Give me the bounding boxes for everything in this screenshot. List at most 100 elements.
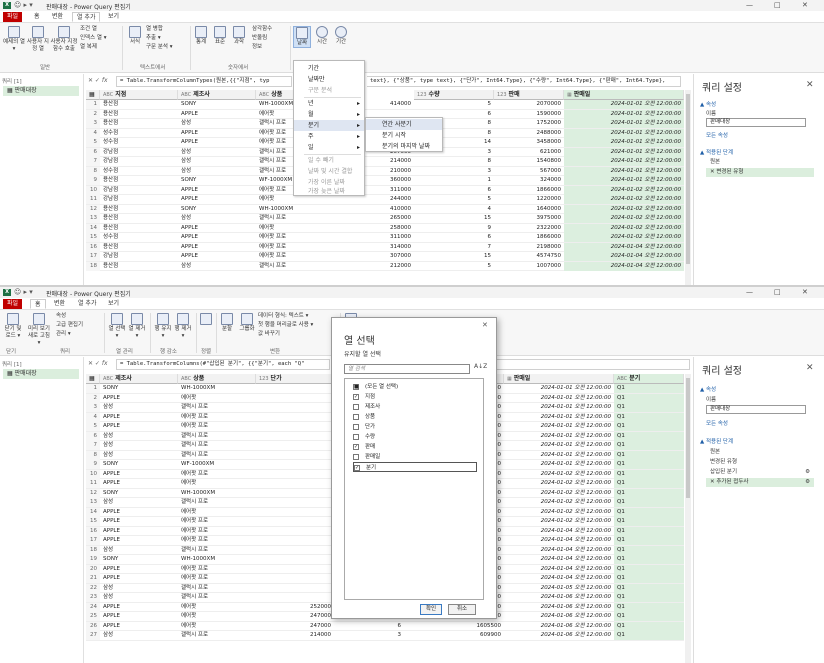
table-cell[interactable]: APPLE xyxy=(178,129,256,138)
table-cell[interactable]: APPLE xyxy=(100,422,178,431)
table-cell[interactable]: 강남점 xyxy=(100,186,178,195)
table-cell[interactable]: 247000 xyxy=(256,622,334,631)
table-cell[interactable]: 2024-01-01 오전 12:00:00 xyxy=(504,394,614,403)
grid-scrollbar[interactable] xyxy=(685,374,691,663)
table-cell[interactable] xyxy=(256,432,334,441)
table-cell[interactable]: 2024-01-02 오전 12:00:00 xyxy=(504,508,614,517)
table-cell[interactable]: APPLE xyxy=(100,479,178,488)
tab-file[interactable]: 파일 xyxy=(3,12,23,22)
table-cell[interactable]: Q1 xyxy=(614,526,684,536)
table-cell[interactable]: 2488000 xyxy=(494,129,564,138)
table-cell[interactable]: 2024-01-04 오전 12:00:00 xyxy=(504,555,614,564)
table-cell[interactable]: 갤럭시 프로 xyxy=(178,584,256,593)
table-cell[interactable]: 2024-01-06 오전 12:00:00 xyxy=(504,612,614,621)
conditional-column-button[interactable]: 조건 열 xyxy=(80,26,97,33)
table-cell[interactable]: 2024-01-01 오전 12:00:00 xyxy=(564,100,684,109)
table-cell[interactable]: Q1 xyxy=(614,450,684,460)
properties-header[interactable]: ▲ 속성 xyxy=(700,385,716,393)
table-cell[interactable]: 5 xyxy=(414,100,494,109)
table-cell[interactable]: Q1 xyxy=(614,517,684,526)
date-button[interactable]: 날짜 xyxy=(293,26,311,48)
table-menu-icon[interactable]: ▦ xyxy=(86,374,100,384)
table-cell[interactable]: 에어팟 프로 xyxy=(178,470,256,479)
table-cell[interactable]: 강남점 xyxy=(100,148,178,157)
information-button[interactable]: 정보 xyxy=(252,44,262,51)
table-cell[interactable]: 에어팟 프로 xyxy=(178,536,256,545)
tab-home[interactable]: 홈 xyxy=(30,12,44,22)
table-cell[interactable] xyxy=(256,441,334,450)
menu-item-combine-date-time[interactable]: 날짜 및 시간 결합 xyxy=(294,166,364,177)
quick-access-icons[interactable]: ☺ ▸ ▾ xyxy=(14,288,33,296)
table-cell[interactable]: 강남점 xyxy=(100,195,178,204)
sort-az-icon[interactable]: A↓Z xyxy=(474,363,487,370)
table-cell[interactable]: 2024-01-02 오전 12:00:00 xyxy=(564,185,684,195)
query-name-input[interactable]: 판매대장 xyxy=(706,405,806,414)
table-cell[interactable]: 2024-01-04 오전 12:00:00 xyxy=(504,527,614,536)
table-cell[interactable] xyxy=(256,403,334,412)
table-cell[interactable]: APPLE xyxy=(178,243,256,252)
use-first-row-headers-button[interactable]: 첫 행을 머리글로 사용 ▾ xyxy=(258,322,313,329)
close-settings-icon[interactable]: ✕ xyxy=(806,80,814,90)
table-cell[interactable]: APPLE xyxy=(178,138,256,147)
table-cell[interactable]: 에어팟 프로 xyxy=(178,422,256,431)
table-cell[interactable]: 에어팟 프로 xyxy=(178,413,256,422)
tab-view[interactable]: 보기 xyxy=(104,299,123,309)
table-cell[interactable]: 6 xyxy=(334,622,404,631)
table-cell[interactable]: 2024-01-04 오전 12:00:00 xyxy=(564,252,684,261)
table-cell[interactable]: Q1 xyxy=(614,555,684,564)
all-properties-link[interactable]: 모든 속성 xyxy=(706,419,728,427)
table-cell[interactable]: Q1 xyxy=(614,422,684,431)
table-cell[interactable]: Q1 xyxy=(614,403,684,412)
type-icon[interactable]: 123 xyxy=(417,92,427,98)
table-cell[interactable]: Q1 xyxy=(614,564,684,574)
table-cell[interactable]: 2024-01-06 오전 12:00:00 xyxy=(504,593,614,602)
column-header[interactable]: ABC 분기 xyxy=(614,374,684,384)
table-cell[interactable]: 용산점 xyxy=(100,214,178,223)
table-cell[interactable]: 5 xyxy=(414,195,494,204)
table-cell[interactable]: 삼성 xyxy=(100,498,178,507)
table-cell[interactable]: 2024-01-01 오전 12:00:00 xyxy=(504,403,614,412)
table-cell[interactable]: 삼성 xyxy=(100,631,178,640)
close-settings-icon[interactable]: ✕ xyxy=(806,363,814,373)
maximize-icon[interactable]: □ xyxy=(774,288,781,296)
tab-transform[interactable]: 변환 xyxy=(48,12,67,22)
table-cell[interactable]: Q1 xyxy=(614,621,684,631)
formula-buttons[interactable]: ✕ ✓ fx xyxy=(88,77,108,84)
menu-item-age[interactable]: 기간 xyxy=(294,63,364,74)
table-cell[interactable]: Q1 xyxy=(614,612,684,621)
table-cell[interactable]: 9 xyxy=(414,224,494,233)
table-cell[interactable]: WH-1000XM xyxy=(256,205,334,214)
table-cell[interactable]: APPLE xyxy=(178,233,256,242)
table-cell[interactable]: 성수점 xyxy=(100,233,178,242)
menu-item-parse[interactable]: 구문 분석 xyxy=(294,85,364,96)
table-cell[interactable] xyxy=(256,546,334,555)
table-cell[interactable]: WF-1000XM xyxy=(178,460,256,469)
remove-columns-button[interactable]: 열 제거 ▾ xyxy=(128,313,146,340)
table-cell[interactable]: WH-1000XM xyxy=(178,555,256,564)
tab-add-column[interactable]: 열 추가 xyxy=(72,12,101,22)
table-cell[interactable]: SONY xyxy=(100,384,178,393)
applied-steps-header[interactable]: ▲ 적용된 단계 xyxy=(700,148,733,156)
table-cell[interactable]: 용산점 xyxy=(100,119,178,128)
table-cell[interactable]: 2024-01-01 오전 12:00:00 xyxy=(504,432,614,441)
table-cell[interactable]: 7 xyxy=(414,243,494,252)
table-cell[interactable]: APPLE xyxy=(100,612,178,621)
table-cell[interactable]: APPLE xyxy=(100,527,178,536)
table-cell[interactable]: 2024-01-01 오전 12:00:00 xyxy=(504,441,614,450)
table-cell[interactable]: 2070000 xyxy=(494,100,564,109)
column-checkbox[interactable]: 단가 xyxy=(353,422,477,432)
menu-item-quarter[interactable]: 분기 ▸ xyxy=(294,120,364,131)
table-cell[interactable]: Q1 xyxy=(614,384,684,393)
table-cell[interactable]: 용산점 xyxy=(100,224,178,233)
ok-button[interactable]: 확인 xyxy=(420,604,442,615)
choose-columns-button[interactable]: 열 선택 ▾ xyxy=(108,313,126,340)
table-cell[interactable]: 2024-01-04 오전 12:00:00 xyxy=(504,574,614,583)
table-cell[interactable]: 4 xyxy=(414,205,494,214)
table-cell[interactable]: 2024-01-06 오전 12:00:00 xyxy=(504,631,614,640)
column-checkbox[interactable]: 판매일 xyxy=(353,452,477,462)
scientific-button[interactable]: 과학 xyxy=(231,26,247,46)
scrollbar-thumb[interactable] xyxy=(686,94,690,264)
table-cell[interactable]: 2024-01-01 오전 12:00:00 xyxy=(564,166,684,176)
table-cell[interactable]: 2024-01-02 오전 12:00:00 xyxy=(564,223,684,233)
table-cell[interactable]: 2024-01-04 오전 12:00:00 xyxy=(564,261,684,271)
